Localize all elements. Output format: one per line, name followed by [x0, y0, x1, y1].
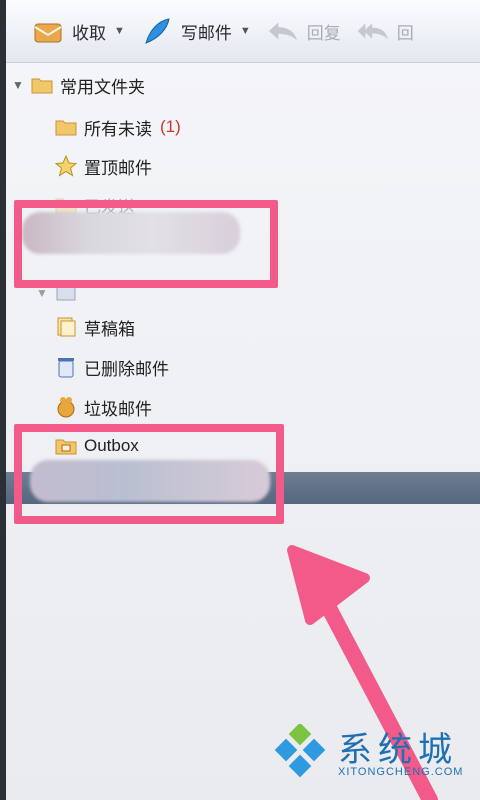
folder-label: 所有未读 — [84, 119, 152, 139]
expand-triangle-icon[interactable]: ▼ — [36, 286, 54, 300]
folder-label: 垃圾邮件 — [84, 399, 152, 419]
toolbar: 收取 ▼ 写邮件 ▼ 回复 回 — [6, 0, 480, 63]
receive-label: 收取 — [72, 23, 106, 43]
folder-icon — [54, 116, 78, 138]
folder-icon — [30, 74, 54, 96]
feather-icon — [141, 16, 173, 46]
watermark-subtext: XITONGCHENG.COM — [338, 766, 464, 778]
reply-all-label: 回 — [396, 23, 414, 43]
folder-starred[interactable]: 置顶邮件 — [54, 151, 152, 181]
folder-label: 置顶邮件 — [84, 158, 152, 178]
trash-icon — [54, 356, 78, 378]
star-icon — [54, 155, 78, 177]
expand-triangle-icon[interactable]: ▼ — [12, 78, 30, 92]
reply-all-arrow-icon — [357, 16, 389, 46]
highlight-box — [14, 200, 278, 288]
diamond-logo-icon — [274, 724, 326, 778]
folder-drafts[interactable]: 草稿箱 — [54, 312, 135, 342]
compose-button[interactable]: 写邮件 ▼ — [141, 11, 251, 51]
folder-unread[interactable]: 所有未读 (1) — [54, 112, 181, 142]
compose-label: 写邮件 — [180, 23, 232, 43]
highlight-box — [14, 424, 284, 524]
watermark-text: 系统城 — [338, 730, 458, 770]
receive-button[interactable]: 收取 ▼ — [32, 11, 125, 51]
folder-junk[interactable]: 垃圾邮件 — [54, 392, 152, 422]
reply-label: 回复 — [306, 23, 341, 43]
folder-label: 常用文件夹 — [60, 77, 145, 97]
folder-deleted[interactable]: 已删除邮件 — [54, 352, 169, 382]
envelope-icon — [32, 16, 64, 46]
reply-all-button[interactable]: 回 — [357, 11, 414, 51]
reply-arrow-icon — [267, 16, 299, 46]
junk-icon — [54, 396, 78, 418]
folder-label: 草稿箱 — [84, 319, 135, 339]
unread-count: (1) — [160, 117, 181, 136]
reply-button[interactable]: 回复 — [267, 11, 341, 51]
chevron-down-icon[interactable]: ▼ — [240, 25, 251, 37]
watermark-logo: 系统城 XITONGCHENG.COM — [272, 720, 472, 790]
folder-common[interactable]: ▼ 常用文件夹 — [12, 70, 145, 100]
chevron-down-icon[interactable]: ▼ — [114, 25, 125, 37]
drafts-icon — [54, 316, 78, 338]
folder-label: 已删除邮件 — [84, 359, 169, 379]
